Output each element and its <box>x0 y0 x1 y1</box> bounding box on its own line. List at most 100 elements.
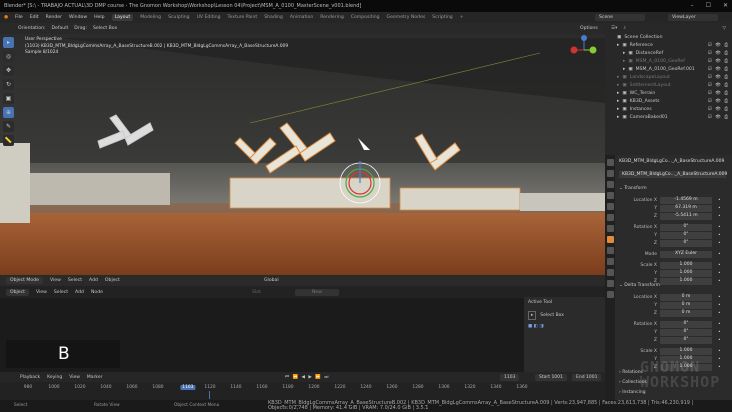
keyframe-dot-icon[interactable]: • <box>718 206 721 211</box>
visibility-toggles[interactable]: ☑ 👁 ⎙ <box>708 114 729 120</box>
cursor-tool-icon[interactable]: ◎ <box>3 51 14 62</box>
keyframe-dot-icon[interactable]: • <box>718 214 721 219</box>
keyframe-dot-icon[interactable]: • <box>718 338 721 343</box>
object-name-field[interactable]: KB3D_MTM_BldgLgCo..._A_BaseStructureA.00… <box>619 171 727 178</box>
render-tab-icon[interactable] <box>606 170 614 177</box>
menu-help[interactable]: Help <box>94 15 104 20</box>
visibility-toggles[interactable]: ☑ 👁 ⎙ <box>708 50 729 56</box>
minimize-button[interactable]: – <box>691 2 694 9</box>
close-button[interactable]: ✕ <box>723 2 728 9</box>
outliner-item[interactable]: ▸ ▣ SettlementLayout ☑ 👁 ⎙ <box>605 81 732 89</box>
data-tab-icon[interactable] <box>606 280 614 287</box>
rotate-tool-icon[interactable]: ↻ <box>3 79 14 90</box>
outliner-item[interactable]: ▸ ▣ Reference ☑ 👁 ⎙ <box>605 41 732 49</box>
3d-viewport[interactable]: Orientation: Default Drag: Select Box Op… <box>0 23 605 275</box>
visibility-toggles[interactable]: ☑ 👁 ⎙ <box>708 106 729 112</box>
tab-sculpting[interactable]: Sculpting <box>168 15 189 20</box>
property-field[interactable]: 67.319 m <box>660 205 712 212</box>
outliner[interactable]: ☰▾ ⌕ ▽ ▣ Scene Collection ▸ ▣ Reference ☑ 👁… <box>605 23 732 155</box>
keyframe-dot-icon[interactable]: • <box>718 252 721 257</box>
modifier-tab-icon[interactable] <box>606 247 614 254</box>
keyframe-dot-icon[interactable]: • <box>718 311 721 316</box>
marker-menu[interactable]: Marker <box>87 375 103 380</box>
transform-panel-header[interactable]: ⌄ Transform <box>619 186 647 191</box>
tab-texture-paint[interactable]: Texture Paint <box>228 15 258 20</box>
keyframe-dot-icon[interactable]: • <box>718 303 721 308</box>
playback-controls[interactable]: ⏮ ⏪ ◀ ▶ ⏩ ⏭ <box>285 374 329 380</box>
keyframe-dot-icon[interactable]: • <box>718 330 721 335</box>
menu-window[interactable]: Window <box>69 15 87 20</box>
outliner-item[interactable]: ▸ ▣ MSM_A_0100_GeoRef ☑ 👁 ⎙ <box>605 57 732 65</box>
scene-collection-row[interactable]: ▣ Scene Collection <box>605 33 732 41</box>
expand-arrow-icon[interactable]: ▸ <box>617 83 619 88</box>
property-field[interactable]: 0 m <box>660 294 712 301</box>
view-layer-tab-icon[interactable] <box>606 192 614 199</box>
property-field[interactable]: 0° <box>660 329 712 336</box>
tab-rendering[interactable]: Rendering <box>320 15 343 20</box>
filter-icon[interactable]: ▽ <box>722 26 726 31</box>
timeline-view-menu[interactable]: View <box>69 375 80 380</box>
transform-orientation-dropdown[interactable]: Global <box>264 278 279 283</box>
maximize-button[interactable]: ☐ <box>706 2 711 9</box>
tab-compositing[interactable]: Compositing <box>351 15 380 20</box>
menu-add[interactable]: Add <box>89 278 98 283</box>
keyframe-dot-icon[interactable]: • <box>718 295 721 300</box>
menu-render[interactable]: Render <box>46 15 62 20</box>
visibility-toggles[interactable]: ☑ 👁 ⎙ <box>708 66 729 72</box>
property-field[interactable]: 1.000 <box>660 348 712 355</box>
material-tab-icon[interactable] <box>606 291 614 298</box>
tab-geometry-nodes[interactable]: Geometry Nodes <box>387 15 426 20</box>
outliner-item[interactable]: ▸ ▣ LandscapeLayout ☑ 👁 ⎙ <box>605 73 732 81</box>
visibility-toggles[interactable]: ☑ 👁 ⎙ <box>708 74 729 80</box>
visibility-toggles[interactable]: ☑ 👁 ⎙ <box>708 98 729 104</box>
tab-scripting[interactable]: Scripting <box>432 15 452 20</box>
property-field[interactable]: 1.000 <box>660 270 712 277</box>
property-field[interactable]: 0 m <box>660 310 712 317</box>
transform-tool-icon[interactable]: ⊕ <box>3 107 14 118</box>
keyframe-dot-icon[interactable]: • <box>718 322 721 327</box>
menu-view[interactable]: View <box>50 278 61 283</box>
playback-menu[interactable]: Playback <box>20 375 40 380</box>
property-field[interactable]: 0° <box>660 337 712 344</box>
keyframe-dot-icon[interactable]: • <box>718 233 721 238</box>
options-dropdown[interactable]: Options <box>580 26 598 31</box>
world-tab-icon[interactable] <box>606 214 614 221</box>
tool-tab-icon[interactable] <box>606 159 614 166</box>
annotate-tool-icon[interactable]: ✎ <box>3 121 14 132</box>
node-menu-add[interactable]: Add <box>75 290 84 295</box>
property-field[interactable]: XYZ Euler <box>660 251 712 258</box>
scene-selector[interactable]: Scene <box>595 14 645 21</box>
expand-arrow-icon[interactable]: ▸ <box>617 43 619 48</box>
delta-transform-panel-header[interactable]: ⌄ Delta Transform <box>619 283 660 288</box>
expand-arrow-icon[interactable]: ▸ <box>623 67 625 72</box>
scale-tool-icon[interactable]: ▣ <box>3 93 14 104</box>
select-tool-icon[interactable]: ▸ <box>3 37 14 48</box>
orientation-dropdown[interactable]: Default <box>51 26 68 31</box>
selection-mode-icons[interactable]: ■ ◧ ◨ <box>528 324 601 329</box>
mode-dropdown[interactable]: Object Mode <box>6 277 43 284</box>
output-tab-icon[interactable] <box>606 181 614 188</box>
tab-shading[interactable]: Shading <box>264 15 283 20</box>
visibility-toggles[interactable]: ☑ 👁 ⎙ <box>708 90 729 96</box>
outliner-search-icon[interactable]: ⌕ <box>623 25 626 31</box>
outliner-item[interactable]: ▸ ▣ WC_Terrain ☑ 👁 ⎙ <box>605 89 732 97</box>
display-mode-icon[interactable]: ☰▾ <box>611 26 617 31</box>
node-menu-node[interactable]: Node <box>91 290 103 295</box>
collection-tab-icon[interactable] <box>606 225 614 232</box>
outliner-item[interactable]: ▸ ▣ KB3D_Assets ☑ 👁 ⎙ <box>605 97 732 105</box>
visibility-toggles[interactable]: ☑ 👁 ⎙ <box>708 82 729 88</box>
expand-arrow-icon[interactable]: ▸ <box>623 59 625 64</box>
node-menu-select[interactable]: Select <box>54 290 68 295</box>
property-field[interactable]: 1.000 <box>660 278 712 285</box>
keying-menu[interactable]: Keying <box>47 375 62 380</box>
tab-uv-editing[interactable]: UV Editing <box>197 15 221 20</box>
measure-tool-icon[interactable]: 📏 <box>3 135 14 146</box>
menu-edit[interactable]: Edit <box>30 15 39 20</box>
slot-dropdown[interactable]: Slot <box>252 290 261 295</box>
frame-ruler[interactable]: 980 1000 1020 1040 1060 1080 1103 1120 1140 1160 1… <box>0 383 605 393</box>
node-menu-view[interactable]: View <box>36 290 47 295</box>
keyframe-dot-icon[interactable]: • <box>718 271 721 276</box>
menu-file[interactable]: File <box>15 15 23 20</box>
visibility-toggles[interactable]: ☑ 👁 ⎙ <box>708 42 729 48</box>
object-tab-icon[interactable] <box>606 236 614 243</box>
